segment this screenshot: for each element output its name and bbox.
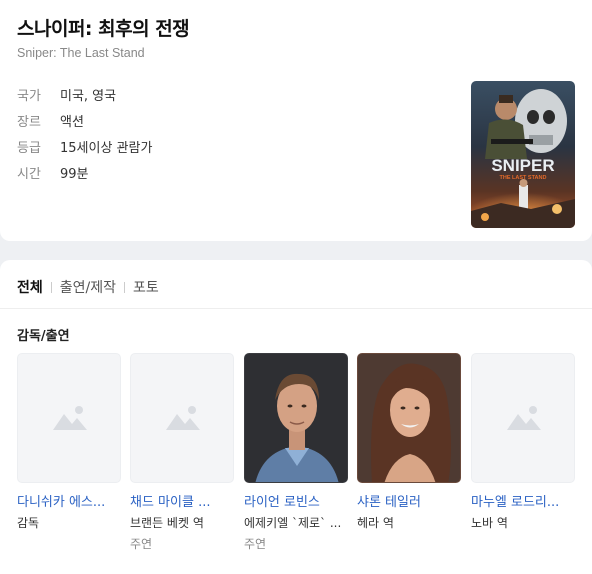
info-value: 15세이상 관람가 <box>60 140 153 156</box>
movie-title[interactable]: 스나이퍼: 최후의 전쟁 <box>17 14 190 41</box>
person-role: 브랜든 베켓 역 <box>130 516 204 530</box>
person-card[interactable]: 다니쉬카 에스... 감독 <box>17 353 121 535</box>
info-key: 시간 <box>17 166 41 182</box>
person-card[interactable]: 마누엘 로드리... 노바 역 <box>471 353 575 535</box>
tab-photo[interactable]: 포토 <box>133 277 159 297</box>
person-photo[interactable] <box>471 353 575 483</box>
divider <box>0 308 592 309</box>
person-photo[interactable] <box>17 353 121 483</box>
person-name[interactable]: 샤론 테일러 <box>357 491 461 510</box>
tab-separator <box>50 281 52 293</box>
image-placeholder-icon <box>53 406 87 430</box>
person-name[interactable]: 마누엘 로드리... <box>471 491 575 510</box>
tab-cast-crew[interactable]: 출연/제작 <box>60 277 116 297</box>
poster-title-text: SNIPER <box>491 156 554 175</box>
movie-info-list: 국가 미국, 영국 장르 액션 등급 15세이상 관람가 시간 99분 <box>17 81 152 185</box>
movie-poster[interactable]: SNIPER THE LAST STAND <box>471 81 575 228</box>
person-name[interactable]: 라이언 로빈스 <box>244 491 348 510</box>
portrait-image <box>245 354 347 482</box>
person-card[interactable]: 샤론 테일러 헤라 역 <box>357 353 461 535</box>
info-row-genre: 장르 액션 <box>17 107 152 133</box>
person-role: 노바 역 <box>471 516 508 530</box>
info-row-country: 국가 미국, 영국 <box>17 81 152 107</box>
info-value: 액션 <box>60 114 84 130</box>
person-name[interactable]: 다니쉬카 에스... <box>17 491 121 510</box>
person-role: 감독 <box>17 516 40 530</box>
portrait-image <box>358 354 460 482</box>
person-photo[interactable] <box>357 353 461 483</box>
info-key: 장르 <box>17 114 41 130</box>
cast-card: 전체 출연/제작 포토 감독/출연 다니쉬카 에스... 감독 채드 마이클 .… <box>0 260 592 574</box>
image-placeholder-icon <box>166 406 200 430</box>
person-type: 주연 <box>130 537 153 551</box>
person-name[interactable]: 채드 마이클 ... <box>130 491 234 510</box>
info-value: 99분 <box>60 166 89 182</box>
info-row-rating: 등급 15세이상 관람가 <box>17 133 152 159</box>
section-title: 감독/출연 <box>17 329 70 344</box>
tab-separator <box>124 281 126 293</box>
person-role: 에제키엘 `제로` ... <box>244 516 342 530</box>
person-card[interactable]: 채드 마이클 ... 브랜든 베켓 역 주연 <box>130 353 234 552</box>
poster-artwork: SNIPER THE LAST STAND <box>471 89 575 228</box>
info-key: 등급 <box>17 140 41 156</box>
person-card[interactable]: 라이언 로빈스 에제키엘 `제로` ... 주연 <box>244 353 348 552</box>
movie-info-card: 스나이퍼: 최후의 전쟁 Sniper: The Last Stand 국가 미… <box>0 0 592 241</box>
info-key: 국가 <box>17 88 41 104</box>
person-type: 주연 <box>244 537 267 551</box>
tab-all[interactable]: 전체 <box>17 277 43 297</box>
person-photo[interactable] <box>130 353 234 483</box>
person-photo[interactable] <box>244 353 348 483</box>
person-role: 헤라 역 <box>357 516 394 530</box>
info-value: 미국, 영국 <box>60 88 117 104</box>
info-row-runtime: 시간 99분 <box>17 159 152 185</box>
image-placeholder-icon <box>507 406 541 430</box>
tab-bar: 전체 출연/제작 포토 <box>17 277 159 297</box>
movie-original-title: Sniper: The Last Stand <box>17 46 145 60</box>
